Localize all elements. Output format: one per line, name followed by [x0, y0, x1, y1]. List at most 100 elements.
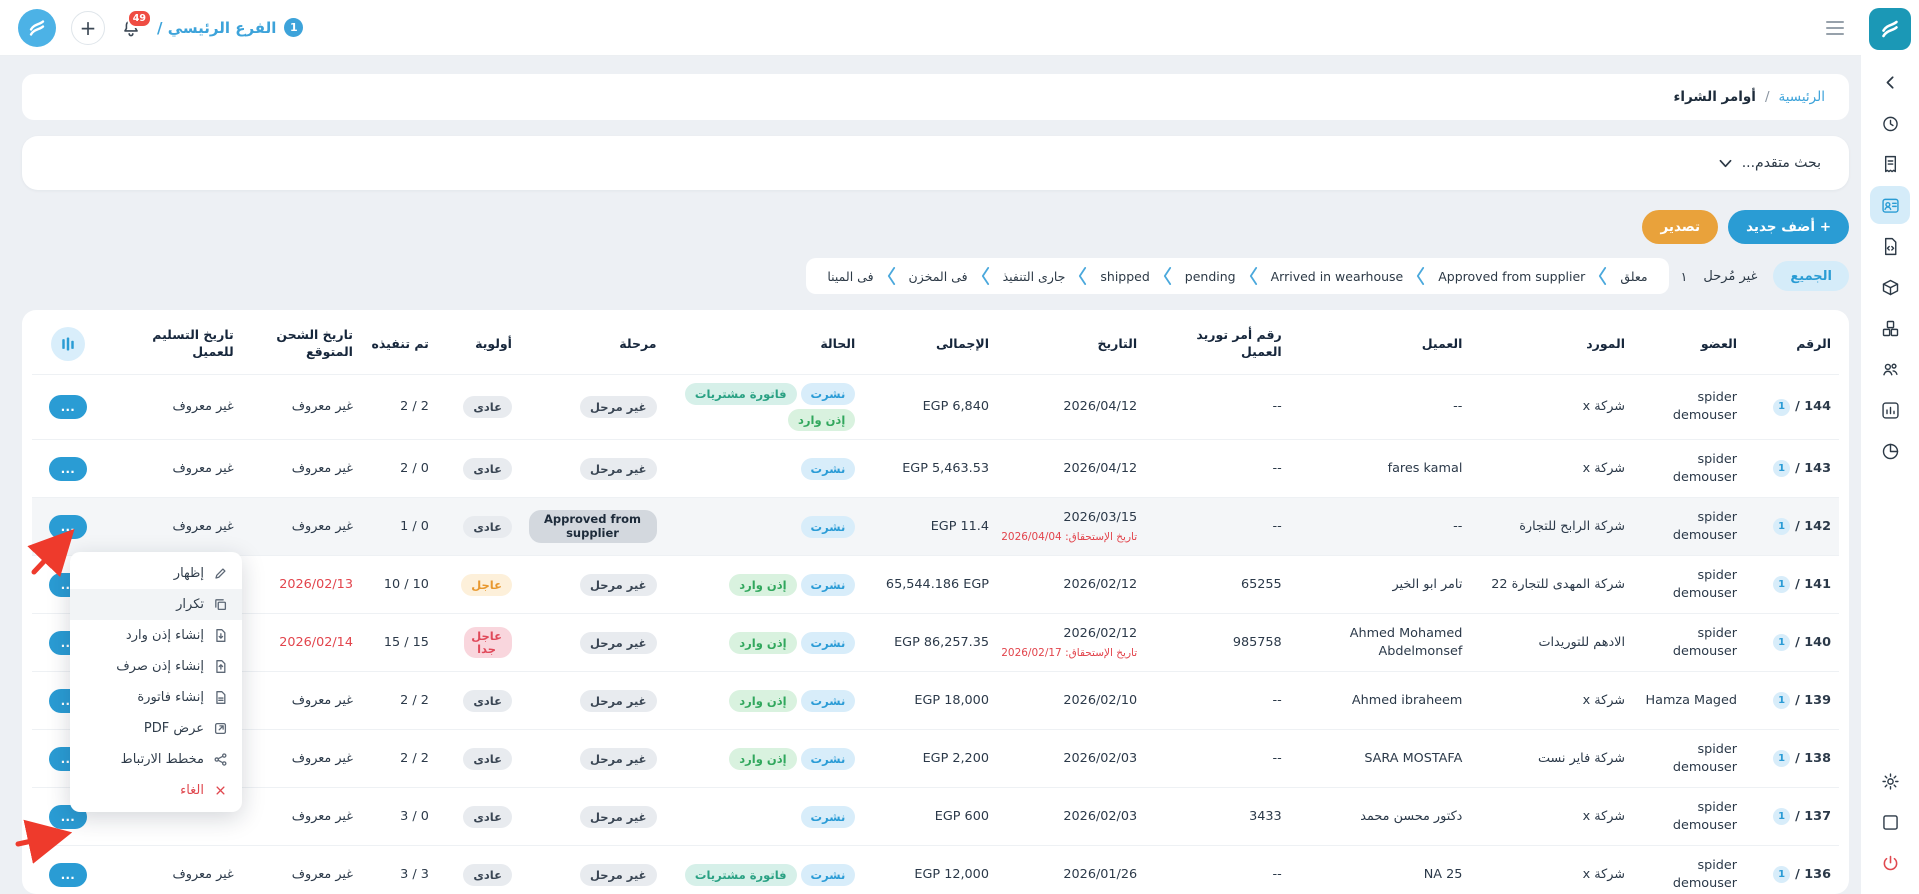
menu-item-pdf[interactable]: عرض PDF: [70, 713, 242, 744]
status-badge: إذن وارد: [729, 574, 796, 596]
column-header[interactable]: أولوية: [437, 312, 520, 375]
priority-badge: عادى: [463, 396, 512, 418]
member-cell: spider demouser: [1633, 788, 1745, 846]
column-header[interactable]: الرقم: [1745, 312, 1839, 375]
filter-stage[interactable]: فى المينا: [814, 269, 886, 284]
row-actions-button[interactable]: …: [49, 515, 87, 539]
filter-stage[interactable]: فى المخزن: [896, 269, 981, 284]
menu-item-receipt-out[interactable]: إنشاء إذن صرف: [70, 651, 242, 682]
sidebar-item-history[interactable]: [1870, 104, 1910, 142]
status-badge: إذن وارد: [729, 690, 796, 712]
stage-badge: Approved from supplier: [529, 510, 657, 542]
column-header[interactable]: المورد: [1470, 312, 1633, 375]
client-cell: --: [1290, 375, 1471, 440]
done-cell: 15 / 15: [361, 614, 437, 672]
table-row[interactable]: 138 /1 spider demouser شركة فاير نست SAR…: [32, 730, 1839, 788]
brand-logo[interactable]: [1869, 8, 1911, 50]
menu-item-label: عرض PDF: [144, 721, 204, 736]
sidebar-item-logout[interactable]: [1870, 844, 1910, 882]
sidebar-collapse-button[interactable]: [1870, 63, 1910, 101]
chevron-left-separator-icon: [1078, 266, 1087, 286]
team-icon: [1880, 359, 1901, 380]
table-row[interactable]: 142 /1 spider demouser شركة الرابح للتجا…: [32, 498, 1839, 556]
due-date-note: تاريخ الإستحقاق: 2026/04/04: [1005, 530, 1137, 545]
filter-all[interactable]: الجميع: [1773, 261, 1849, 291]
table-row[interactable]: 144 /1 spider demouser شركة x -- -- 2026…: [32, 375, 1839, 440]
column-header[interactable]: الحالة: [665, 312, 864, 375]
filter-stage[interactable]: معلق: [1607, 269, 1660, 284]
menu-toggle-button[interactable]: [1825, 20, 1845, 36]
column-header[interactable]: التاريخ: [997, 312, 1145, 375]
column-header[interactable]: تاريخ الشحن المتوقع: [242, 312, 361, 375]
sidebar-item-contacts[interactable]: [1870, 186, 1910, 224]
sidebar-item-documents[interactable]: [1870, 227, 1910, 265]
filter-stage[interactable]: جارى التنفيذ: [990, 269, 1079, 284]
branch-number-badge: 1: [1773, 808, 1790, 825]
branch-number-badge: 1: [1773, 692, 1790, 709]
column-settings-button[interactable]: [51, 327, 85, 361]
brand-wave-icon: [1877, 16, 1903, 42]
row-actions-button[interactable]: …: [49, 863, 87, 887]
client-po-cell: --: [1145, 846, 1290, 894]
stage-badge: غير مرحل: [580, 748, 657, 770]
menu-item-label: تكرار: [176, 597, 204, 612]
sidebar-item-team[interactable]: [1870, 350, 1910, 388]
member-cell: spider demouser: [1633, 375, 1745, 440]
filter-stage[interactable]: pending: [1172, 269, 1249, 284]
breadcrumb-home-link[interactable]: الرئيسية: [1779, 89, 1826, 105]
column-header[interactable]: مرحلة: [520, 312, 665, 375]
date-cell: 2026/03/15تاريخ الإستحقاق: 2026/04/04: [997, 498, 1145, 556]
quick-add-button[interactable]: +: [71, 11, 105, 45]
receipt-in-icon: [213, 628, 228, 643]
client-po-cell: 3433: [1145, 788, 1290, 846]
sidebar-item-reports[interactable]: [1870, 391, 1910, 429]
filter-stage[interactable]: Approved from supplier: [1425, 269, 1598, 284]
sidebar-item-inventory[interactable]: [1870, 309, 1910, 347]
branch-breadcrumb[interactable]: 1 الفرع الرئيسي /: [157, 18, 303, 37]
table-row[interactable]: 137 /1 spider demouser شركة x دكتور محسن…: [32, 788, 1839, 846]
sidebar-item-settings[interactable]: [1870, 762, 1910, 800]
add-new-button[interactable]: + أضف جديد: [1728, 210, 1849, 244]
sidebar-item-receipts[interactable]: [1870, 145, 1910, 183]
order-number: 142 /1: [1753, 518, 1831, 536]
total-cell: EGP 600: [863, 788, 997, 846]
ship-date-cell: غير معروف: [242, 846, 361, 894]
menu-item-edit[interactable]: إظهار: [70, 558, 242, 589]
sidebar-item-package[interactable]: [1870, 268, 1910, 306]
table-row[interactable]: 141 /1 spider demouser شركة المهدى للتجا…: [32, 556, 1839, 614]
topbar-left-group: + 49 1 الفرع الرئيسي /: [18, 9, 303, 47]
table-row[interactable]: 136 /1 spider demouser شركة x NA 25 -- 2…: [32, 846, 1839, 894]
sidebar-item-window[interactable]: [1870, 803, 1910, 841]
menu-item-invoice[interactable]: إنشاء فاتورة: [70, 682, 242, 713]
menu-item-receipt-in[interactable]: إنشاء إذن وارد: [70, 620, 242, 651]
total-cell: EGP 86,257.35: [863, 614, 997, 672]
advanced-search-toggle[interactable]: بحث متقدم...: [22, 136, 1849, 190]
filter-stage[interactable]: shipped: [1087, 269, 1162, 284]
filter-stage[interactable]: Arrived in wearhouse: [1258, 269, 1417, 284]
client-cell: Ahmed ibraheem: [1290, 672, 1471, 730]
menu-item-link-chart[interactable]: مخطط الارتباط: [70, 744, 242, 775]
date-cell: 2026/01/26: [997, 846, 1145, 894]
column-header[interactable]: رقم أمر توريد العميل: [1145, 312, 1290, 375]
filter-unposted[interactable]: غير مُرحل: [1699, 261, 1761, 291]
sidebar-item-analytics[interactable]: [1870, 432, 1910, 470]
column-header[interactable]: العميل: [1290, 312, 1471, 375]
row-actions-button[interactable]: …: [49, 457, 87, 481]
table-row[interactable]: 139 /1 Hamza Maged شركة x Ahmed ibraheem…: [32, 672, 1839, 730]
done-cell: 3 / 0: [361, 788, 437, 846]
app-logo[interactable]: [18, 9, 56, 47]
row-actions-button[interactable]: …: [49, 395, 87, 419]
status-filters: الجميع غير مُرحل ١ معلقApproved from sup…: [22, 258, 1849, 294]
column-header[interactable]: الإجمالى: [863, 312, 997, 375]
menu-item-cancel[interactable]: الغاء: [70, 775, 242, 806]
menu-item-copy[interactable]: تكرار: [70, 589, 242, 620]
table-row[interactable]: 140 /1 spider demouser الادهم للتوريدات …: [32, 614, 1839, 672]
column-header[interactable]: العضو: [1633, 312, 1745, 375]
delivery-date-cell: غير معروف: [104, 846, 241, 894]
export-button[interactable]: تصدير: [1642, 210, 1718, 244]
table-row[interactable]: 143 /1 spider demouser شركة x fares kama…: [32, 440, 1839, 498]
column-header[interactable]: تم تنفيذه: [361, 312, 437, 375]
member-cell: spider demouser: [1633, 614, 1745, 672]
column-header[interactable]: تاريخ التسليم للعميل: [104, 312, 241, 375]
notifications-button[interactable]: 49: [120, 17, 142, 39]
